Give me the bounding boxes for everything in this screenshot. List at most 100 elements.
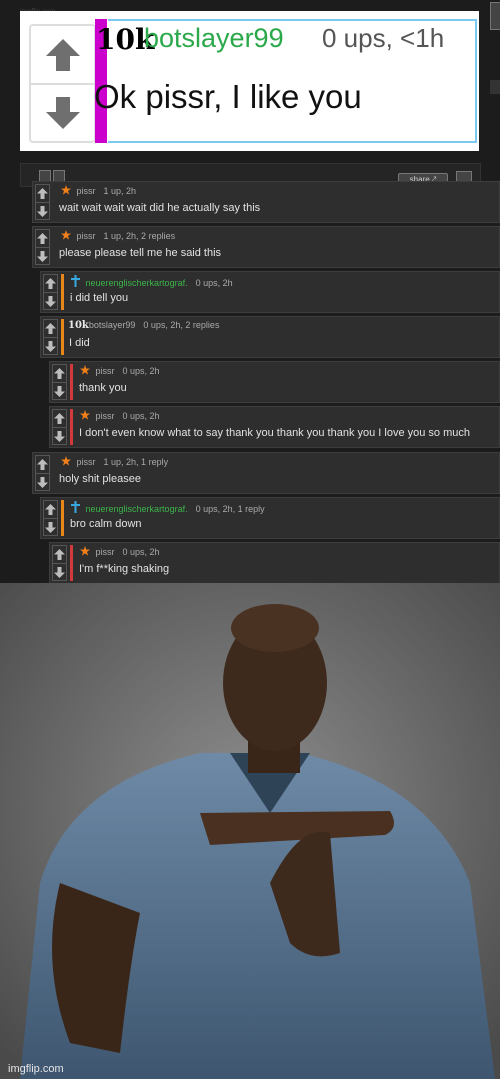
upvote-button[interactable] xyxy=(44,275,57,293)
vote-box xyxy=(35,184,50,220)
thread-bar-red xyxy=(70,409,73,445)
comment-meta: 1 up, 2h, 2 replies xyxy=(103,231,176,241)
comment-meta: 0 ups, 2h xyxy=(122,411,160,421)
vote-box xyxy=(52,409,67,445)
comment-username[interactable]: pissr xyxy=(77,231,96,241)
comment: pissr 1 up, 2h, 2 replies please please t… xyxy=(32,226,500,268)
side-fragment xyxy=(490,2,500,30)
comment-text: I did xyxy=(69,337,90,349)
upvote-button[interactable] xyxy=(53,546,66,564)
side-fragment-lower xyxy=(490,80,500,94)
upvote-button[interactable] xyxy=(36,456,49,474)
comment-username[interactable]: pissr xyxy=(77,457,96,467)
comment-text: bro calm down xyxy=(70,518,142,530)
comment-meta: 0 ups, 2h xyxy=(122,366,160,376)
upvote-arrow-icon xyxy=(37,233,48,244)
comment-username[interactable]: neuerenglischerkartograf. xyxy=(86,278,188,288)
downvote-button[interactable] xyxy=(36,474,49,491)
comment-meta: 1 up, 2h xyxy=(103,186,137,196)
upvote-arrow-icon xyxy=(37,188,48,199)
comment-header: pissr 1 up, 2h, 1 reply xyxy=(61,456,168,467)
downvote-button[interactable] xyxy=(53,383,66,400)
downvote-button[interactable] xyxy=(53,428,66,445)
downvote-arrow-icon xyxy=(45,522,56,533)
downvote-button[interactable] xyxy=(44,519,57,536)
downvote-arrow-icon xyxy=(45,341,56,352)
comment-username[interactable]: neuerenglischerkartograf. xyxy=(86,504,188,514)
vote-box xyxy=(43,500,58,536)
upvote-arrow-icon xyxy=(45,278,56,289)
star-icon xyxy=(80,365,90,375)
comment-meta: 0 ups, 2h xyxy=(122,547,160,557)
star-icon xyxy=(61,230,71,240)
comment: pissr 0 ups, 2h I don't even know what to… xyxy=(49,406,500,448)
downvote-button[interactable] xyxy=(53,564,66,581)
thread-bar-red xyxy=(70,545,73,581)
comment-username[interactable]: botslayer99 xyxy=(89,320,136,330)
thread-bar-orange xyxy=(61,274,64,310)
comment-header: pissr 0 ups, 2h xyxy=(80,410,160,421)
comment-header: neuerenglischerkartograf. 0 ups, 2h xyxy=(71,275,233,288)
large-vote-box xyxy=(29,24,96,143)
upvote-arrow-icon xyxy=(54,368,65,379)
comment-header: pissr 1 up, 2h xyxy=(61,185,136,196)
cross-icon xyxy=(71,275,80,287)
thread-bar-red xyxy=(70,364,73,400)
comment-username[interactable]: pissr xyxy=(96,411,115,421)
comment-text: I'm f**king shaking xyxy=(79,563,170,575)
downvote-arrow-icon xyxy=(37,477,48,488)
comment: neuerenglischerkartograf. 0 ups, 2h, 1 re… xyxy=(40,497,500,539)
comment-username[interactable]: pissr xyxy=(77,186,96,196)
vote-box xyxy=(35,455,50,491)
upvote-button[interactable] xyxy=(36,185,49,203)
upvote-button[interactable] xyxy=(44,501,57,519)
downvote-arrow-icon xyxy=(54,386,65,397)
star-icon xyxy=(80,546,90,556)
comment-meta: 0 ups, 2h, 1 reply xyxy=(195,504,265,514)
vote-box xyxy=(52,545,67,581)
downvote-arrow-icon xyxy=(37,206,48,217)
upvote-arrow-icon xyxy=(45,323,56,334)
downvote-arrow-icon xyxy=(54,567,65,578)
upvote-arrow-icon xyxy=(54,549,65,560)
comment-text: holy shit pleasee xyxy=(59,473,141,485)
vote-box xyxy=(43,274,58,310)
reaction-photo xyxy=(0,583,500,1079)
comment-text: i did tell you xyxy=(70,292,129,304)
highlighted-username[interactable]: botslayer99 xyxy=(144,23,284,54)
star-icon xyxy=(61,185,71,195)
large-downvote-button[interactable] xyxy=(31,84,94,141)
comment-meta: 1 up, 2h, 1 reply xyxy=(103,457,169,467)
upvote-button[interactable] xyxy=(44,320,57,338)
user-rank-badge: 10k xyxy=(68,320,89,331)
downvote-button[interactable] xyxy=(36,248,49,265)
star-icon xyxy=(80,410,90,420)
comment-text: thank you xyxy=(79,382,127,394)
comment-text: wait wait wait wait did he actually say … xyxy=(59,202,261,214)
large-upvote-button[interactable] xyxy=(31,26,94,85)
comments-screenshot-panel: imgflip.com 10k botslayer99 0 ups, <1h O… xyxy=(0,0,500,583)
downvote-button[interactable] xyxy=(44,338,57,355)
comment-username[interactable]: pissr xyxy=(96,547,115,557)
comment-header: pissr 0 ups, 2h xyxy=(80,546,160,557)
comment-header: neuerenglischerkartograf. 0 ups, 2h, 1 re… xyxy=(71,501,265,514)
comment: pissr 0 ups, 2h I'm f**king shaking xyxy=(49,542,500,583)
comment: pissr 1 up, 2h wait wait wait wait did he… xyxy=(32,181,500,223)
vote-box xyxy=(52,364,67,400)
downvote-button[interactable] xyxy=(44,293,57,310)
comment: pissr 1 up, 2h, 1 reply holy shit pleasee xyxy=(32,452,500,494)
upvote-button[interactable] xyxy=(53,365,66,383)
upvote-arrow-icon xyxy=(45,504,56,515)
cross-icon xyxy=(71,501,80,513)
downvote-button[interactable] xyxy=(36,203,49,220)
upvote-arrow-icon xyxy=(54,413,65,424)
comment: neuerenglischerkartograf. 0 ups, 2h i did… xyxy=(40,271,500,313)
upvote-arrow-icon xyxy=(45,38,80,71)
comment-meta: 0 ups, 2h xyxy=(195,278,233,288)
upvote-button[interactable] xyxy=(53,410,66,428)
upvote-button[interactable] xyxy=(36,230,49,248)
vote-box xyxy=(43,319,58,355)
imgflip-watermark-bottom: imgflip.com xyxy=(8,1063,64,1075)
comment-username[interactable]: pissr xyxy=(96,366,115,376)
comment: 10kbotslayer99 0 ups, 2h, 2 replies I did xyxy=(40,316,500,358)
